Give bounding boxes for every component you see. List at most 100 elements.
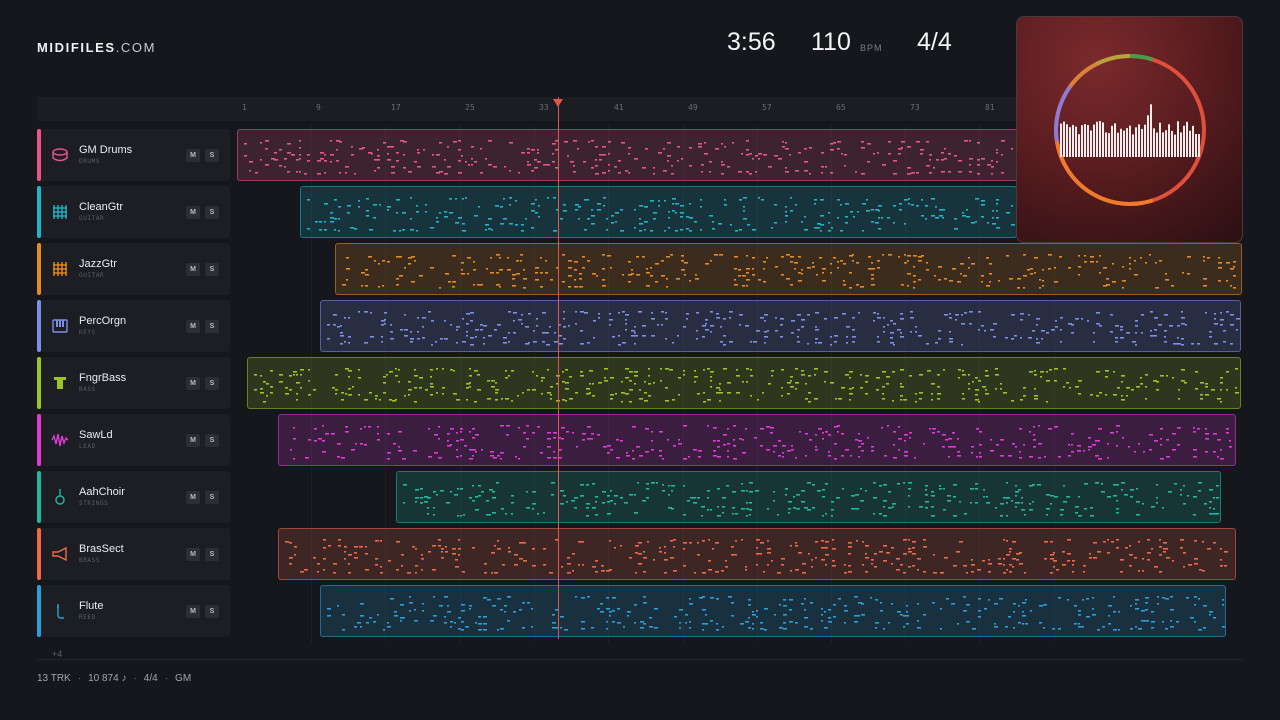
track-category: REED [79,614,96,621]
track-name: Flute [79,600,104,612]
note-pattern [285,539,1228,574]
track-name: GM Drums [79,144,133,156]
ruler-tick-label: 41 [614,103,624,112]
drum-icon [51,146,69,164]
ruler-tick-label: 49 [688,103,698,112]
track-header[interactable]: GM Drums DRUMS M S [37,129,230,181]
solo-button[interactable]: S [205,605,219,618]
violin-icon [51,488,69,506]
track-category: GUITAR [79,272,105,279]
track-color-bar [37,186,41,238]
track-color-bar [37,585,41,637]
separator-dot: · [133,673,137,684]
mute-button[interactable]: M [186,548,200,561]
track-color-bar [37,357,41,409]
track-name: CleanGtr [79,201,124,213]
ruler-tick-label: 25 [465,103,475,112]
brand-name: MIDIFILES [37,40,116,55]
mute-button[interactable]: M [186,491,200,504]
keys-icon [51,317,69,335]
track-header[interactable]: PercOrgn KEYS M S [37,300,230,352]
midi-clip[interactable] [335,243,1242,295]
note-pattern [327,311,1240,346]
track-header[interactable]: Flute REED M S [37,585,230,637]
guitar-icon [51,260,69,278]
ruler-tick-label: 33 [539,103,549,112]
track-category: GUITAR [79,215,105,222]
track-name: SawLd [79,429,113,441]
separator-dot: · [164,673,169,684]
track-count: 13 TRK [37,673,71,684]
track-header[interactable]: JazzGtr GUITAR M S [37,243,230,295]
file-summary: 13 TRK · 10 874 ♪ · 4/4 · GM [37,673,191,684]
footer-signature: 4/4 [143,673,158,684]
time-signature: 4/4 [917,28,952,56]
solo-button[interactable]: S [205,548,219,561]
solo-button[interactable]: S [205,263,219,276]
album-art-visualizer [1016,16,1243,243]
ruler-tick-label: 81 [985,103,995,112]
midi-standard: GM [175,673,192,684]
track-color-bar [37,300,41,352]
playhead-handle[interactable] [553,99,563,107]
note-pattern [254,368,1239,403]
track-color-bar [37,471,41,523]
more-tracks-label[interactable]: +4 [52,649,62,659]
mute-button[interactable]: M [186,263,200,276]
ruler-tick-label: 17 [391,103,401,112]
guitar-icon [51,203,69,221]
track-header[interactable]: AahChoir STRINGS M S [37,471,230,523]
mute-button[interactable]: M [186,605,200,618]
flute-icon [51,602,69,620]
ruler-tick-label: 65 [836,103,846,112]
solo-button[interactable]: S [205,491,219,504]
track-header[interactable]: FngrBass BASS M S [37,357,230,409]
midi-clip[interactable] [278,414,1236,466]
midi-clip[interactable] [396,471,1221,523]
solo-button[interactable]: S [205,377,219,390]
track-name: AahChoir [79,486,125,498]
mute-button[interactable]: M [186,206,200,219]
track-category: DRUMS [79,158,101,165]
song-duration: 3:56 [727,28,776,56]
mute-button[interactable]: M [186,149,200,162]
brand-domain: .COM [115,40,157,55]
mute-button[interactable]: M [186,377,200,390]
ruler-tick-label: 9 [316,103,321,112]
track-category: BASS [79,386,96,393]
midi-clip[interactable] [247,357,1241,409]
tempo-value: 110 [811,28,851,56]
midi-clip[interactable] [300,186,1017,238]
track-name: BrasSect [79,543,124,555]
track-category: BRASS [79,557,101,564]
site-logo[interactable]: MIDIFILES.COM [37,40,156,55]
note-pattern [342,254,1236,289]
playhead-line[interactable] [558,97,559,639]
track-color-bar [37,528,41,580]
tempo-unit: BPM [860,43,883,53]
track-header[interactable]: SawLd LEAD M S [37,414,230,466]
note-pattern [403,482,1219,517]
visualizer-graphic [1054,54,1206,206]
midi-clip[interactable] [320,300,1241,352]
solo-button[interactable]: S [205,320,219,333]
solo-button[interactable]: S [205,434,219,447]
solo-button[interactable]: S [205,206,219,219]
track-category: KEYS [79,329,96,336]
mute-button[interactable]: M [186,434,200,447]
track-color-bar [37,243,41,295]
midi-clip[interactable] [278,528,1236,580]
ruler-tick-label: 73 [910,103,920,112]
mute-button[interactable]: M [186,320,200,333]
track-color-bar [37,414,41,466]
midi-clip[interactable] [320,585,1226,637]
solo-button[interactable]: S [205,149,219,162]
track-color-bar [37,129,41,181]
track-name: PercOrgn [79,315,127,327]
footer-divider [37,659,1243,660]
bass-icon [51,374,69,392]
track-header[interactable]: BrasSect BRASS M S [37,528,230,580]
track-name: JazzGtr [79,258,117,270]
track-header[interactable]: CleanGtr GUITAR M S [37,186,230,238]
note-pattern [327,596,1225,631]
